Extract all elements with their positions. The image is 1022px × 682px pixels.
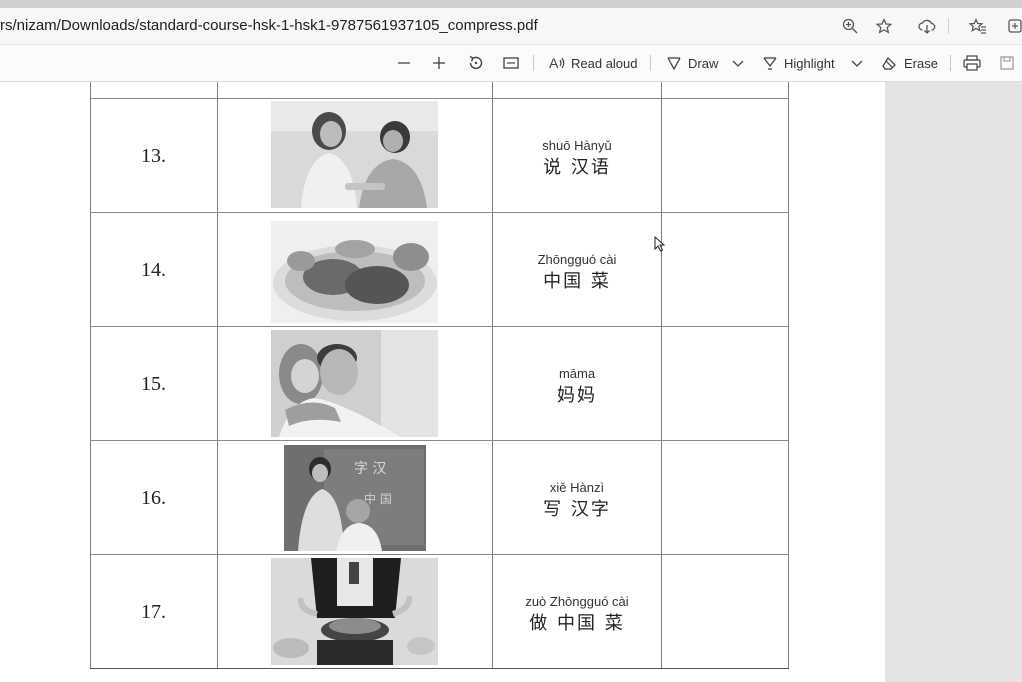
svg-text:中 国: 中 国 — [364, 491, 392, 506]
hanzi-text: 中国 菜 — [543, 271, 611, 292]
download-cloud-icon[interactable] — [915, 14, 939, 38]
draw-icon — [667, 57, 681, 71]
row-number: 16. — [141, 487, 166, 509]
eraser-icon — [882, 56, 896, 70]
pinyin-text: Zhōngguó cài — [537, 252, 617, 267]
plus-icon[interactable] — [431, 51, 447, 75]
save-icon[interactable] — [999, 51, 1015, 75]
row-number: 14. — [141, 259, 166, 281]
highlight-label: Highlight — [784, 55, 835, 71]
hanzi-text: 说 汉语 — [543, 157, 611, 178]
highlight-button[interactable]: Highlight — [762, 51, 835, 75]
table-row-divider — [90, 326, 789, 327]
photo-chef-cooking — [271, 558, 438, 665]
table-border — [788, 82, 789, 669]
hanzi-text: 做 中国 菜 — [529, 613, 625, 634]
viewer-side-margin — [885, 82, 1022, 682]
toolbar-separator — [650, 55, 651, 71]
read-aloud-icon: A — [549, 55, 565, 71]
minus-icon[interactable] — [396, 51, 412, 75]
hanzi-text: 写 汉字 — [543, 499, 611, 520]
url-text[interactable]: rs/nizam/Downloads/standard-course-hsk-1… — [0, 17, 538, 34]
hanzi-text: 妈妈 — [557, 385, 597, 406]
pinyin-text: zuò Zhōngguó cài — [525, 594, 629, 609]
mouse-cursor-icon — [654, 235, 666, 257]
rotate-icon[interactable] — [467, 51, 485, 75]
collections-icon[interactable] — [1004, 14, 1022, 38]
svg-text:字 汉: 字 汉 — [354, 461, 386, 477]
highlight-icon — [763, 57, 777, 70]
table-row-divider — [90, 212, 789, 213]
row-number: 13. — [141, 145, 166, 167]
row-number: 15. — [141, 373, 166, 395]
photo-father-and-daughter — [271, 330, 438, 437]
fit-width-icon[interactable] — [502, 51, 520, 75]
window-top-strip — [0, 0, 1022, 8]
read-aloud-button[interactable]: A Read aloud — [549, 51, 638, 75]
favorites-list-icon[interactable] — [966, 14, 990, 38]
draw-dropdown-chevron-icon[interactable] — [731, 51, 745, 75]
photo-chinese-food — [271, 221, 438, 323]
table-row-divider — [90, 554, 789, 555]
zoom-icon[interactable] — [838, 14, 862, 38]
toolbar-separator — [950, 55, 951, 71]
svg-text:A: A — [549, 55, 559, 71]
table-row-divider — [90, 98, 789, 99]
highlight-dropdown-chevron-icon[interactable] — [850, 51, 864, 75]
row-number: 17. — [141, 601, 166, 623]
table-bottom-border — [90, 668, 789, 669]
read-aloud-label: Read aloud — [571, 55, 638, 71]
photo-two-women-talking — [271, 101, 438, 208]
pinyin-text: xiě Hànzì — [549, 480, 605, 495]
toolbar-separator — [533, 55, 534, 71]
pinyin-text: shuō Hànyǔ — [542, 138, 612, 153]
favorite-star-icon[interactable] — [872, 14, 896, 38]
draw-button[interactable]: Draw — [666, 51, 718, 75]
table-column-divider — [217, 82, 218, 669]
erase-button[interactable]: Erase — [882, 51, 938, 75]
pinyin-text: māma — [558, 366, 596, 381]
photo-boys-writing-chalkboard: 字 汉 中 国 — [284, 445, 426, 551]
address-separator — [948, 18, 949, 34]
address-bar[interactable]: rs/nizam/Downloads/standard-course-hsk-1… — [0, 8, 1022, 45]
draw-label: Draw — [688, 55, 719, 71]
erase-label: Erase — [904, 55, 938, 71]
pdf-toolbar: A Read aloud Draw Highlight Erase — [0, 45, 1022, 82]
pdf-page-view[interactable]: 13. shuō Hànyǔ 说 汉语 14. Zhōngguó cài 中国 … — [0, 82, 885, 682]
table-row-divider — [90, 440, 789, 441]
print-icon[interactable] — [963, 51, 981, 75]
